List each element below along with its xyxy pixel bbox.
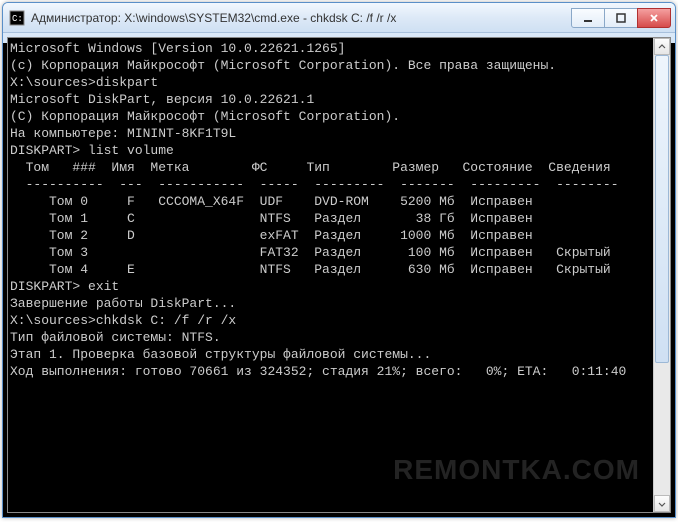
diskpart-exit: Завершение работы DiskPart...	[10, 295, 651, 312]
copyright-line: (c) Корпорация Майкрософт (Microsoft Cor…	[10, 57, 651, 74]
diskpart-prompt: DISKPART> exit	[10, 278, 651, 295]
maximize-icon	[616, 13, 626, 23]
prompt-line: X:\sources>diskpart	[10, 74, 651, 91]
table-row: Том 0 F CCCOMA_X64F UDF DVD-ROM 5200 Мб …	[10, 193, 651, 210]
diskpart-prompt: DISKPART> list volume	[10, 142, 651, 159]
titlebar[interactable]: C: Администратор: X:\windows\SYSTEM32\cm…	[3, 3, 675, 33]
chevron-down-icon	[658, 500, 666, 508]
table-divider: ---------- --- ----------- ----- -------…	[10, 176, 651, 193]
fs-type-line: Тип файловой системы: NTFS.	[10, 329, 651, 346]
scroll-down-button[interactable]	[654, 495, 670, 512]
window-title: Администратор: X:\windows\SYSTEM32\cmd.e…	[31, 11, 566, 25]
table-row: Том 3 FAT32 Раздел 100 Мб Исправен Скрыт…	[10, 244, 651, 261]
close-icon	[649, 13, 659, 23]
cmd-window: C: Администратор: X:\windows\SYSTEM32\cm…	[2, 2, 676, 518]
stage-line: Этап 1. Проверка базовой структуры файло…	[10, 346, 651, 363]
vertical-scrollbar[interactable]	[653, 38, 670, 512]
client-area: Microsoft Windows [Version 10.0.22621.12…	[7, 37, 671, 513]
progress-line: Ход выполнения: готово 70661 из 324352; …	[10, 363, 651, 380]
minimize-button[interactable]	[571, 8, 605, 28]
chevron-up-icon	[658, 43, 666, 51]
close-button[interactable]	[637, 8, 671, 28]
maximize-button[interactable]	[604, 8, 638, 28]
banner-line: Microsoft Windows [Version 10.0.22621.12…	[10, 40, 651, 57]
scroll-up-button[interactable]	[654, 38, 670, 55]
diskpart-computer: На компьютере: MININT-8KF1T9L	[10, 125, 651, 142]
diskpart-copyright: (C) Корпорация Майкрософт (Microsoft Cor…	[10, 108, 651, 125]
table-row: Том 2 D exFAT Раздел 1000 Мб Исправен	[10, 227, 651, 244]
scroll-thumb[interactable]	[655, 55, 669, 363]
table-header: Том ### Имя Метка ФС Тип Размер Состояни…	[10, 159, 651, 176]
scroll-track[interactable]	[654, 55, 670, 495]
svg-text:C:: C:	[12, 14, 23, 24]
cmd-icon: C:	[9, 10, 25, 26]
prompt-line: X:\sources>chkdsk C: /f /r /x	[10, 312, 651, 329]
terminal-output[interactable]: Microsoft Windows [Version 10.0.22621.12…	[8, 38, 653, 512]
diskpart-banner: Microsoft DiskPart, версия 10.0.22621.1	[10, 91, 651, 108]
table-row: Том 1 C NTFS Раздел 38 Гб Исправен	[10, 210, 651, 227]
table-row: Том 4 E NTFS Раздел 630 Мб Исправен Скры…	[10, 261, 651, 278]
minimize-icon	[583, 13, 593, 23]
window-controls	[572, 8, 671, 28]
